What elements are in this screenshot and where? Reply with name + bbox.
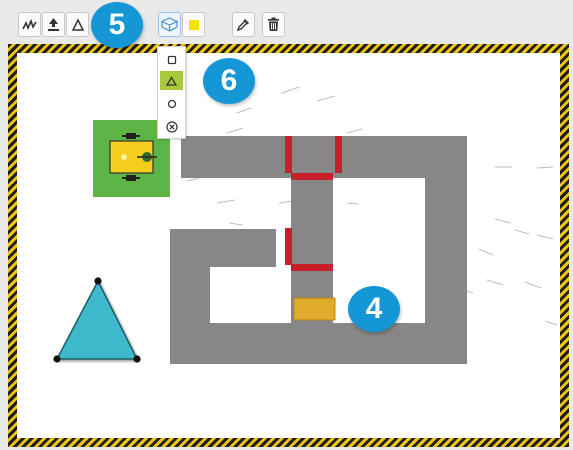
- callout-5: 5: [91, 2, 143, 48]
- line-draw-button[interactable]: [18, 12, 41, 37]
- upload-button[interactable]: [42, 12, 65, 37]
- shape-option-triangle[interactable]: [160, 71, 183, 90]
- arena-border: [8, 44, 569, 447]
- delete-button[interactable]: [262, 12, 285, 37]
- remove-circle-icon: [165, 120, 178, 133]
- shape-icon: [71, 17, 84, 31]
- track-middle: [291, 136, 333, 324]
- track: [170, 136, 467, 364]
- trash-icon: [268, 17, 279, 31]
- gate: [335, 136, 342, 173]
- triangle-vertex-handle[interactable]: [53, 355, 61, 363]
- triangle-shape[interactable]: [53, 277, 141, 363]
- upload-icon: [48, 18, 59, 31]
- line-draw-icon: [22, 18, 37, 30]
- callout-6: 6: [203, 58, 255, 104]
- pipette-icon: [236, 19, 249, 32]
- gate: [285, 136, 292, 173]
- toolbar: [0, 0, 573, 44]
- color-swatch-icon: [188, 19, 199, 30]
- triangle-vertex-handle[interactable]: [133, 355, 141, 363]
- triangle-vertex-handle[interactable]: [94, 277, 102, 285]
- cargo-block[interactable]: [293, 297, 336, 321]
- track-inner-top: [170, 229, 276, 267]
- callout-4: 4: [348, 286, 400, 332]
- shape-button[interactable]: [66, 12, 89, 37]
- shape-option-square[interactable]: [160, 50, 183, 69]
- shape-option-remove[interactable]: [160, 117, 183, 136]
- color-swatch-button[interactable]: [182, 12, 205, 37]
- gate: [291, 173, 333, 180]
- triangle-icon: [166, 75, 177, 86]
- scene: [53, 86, 558, 364]
- shape-dropdown: [157, 46, 186, 139]
- pipette-button[interactable]: [232, 12, 255, 37]
- gate: [285, 228, 292, 265]
- arena-canvas[interactable]: [17, 53, 560, 438]
- track-bottom: [170, 323, 467, 364]
- circle-icon: [167, 99, 176, 108]
- robot-light: [121, 154, 127, 160]
- shape-option-circle[interactable]: [160, 94, 183, 113]
- 3d-box-button[interactable]: [158, 12, 181, 37]
- square-icon: [167, 55, 176, 64]
- 3d-box-icon: [161, 17, 178, 32]
- gate: [291, 264, 333, 271]
